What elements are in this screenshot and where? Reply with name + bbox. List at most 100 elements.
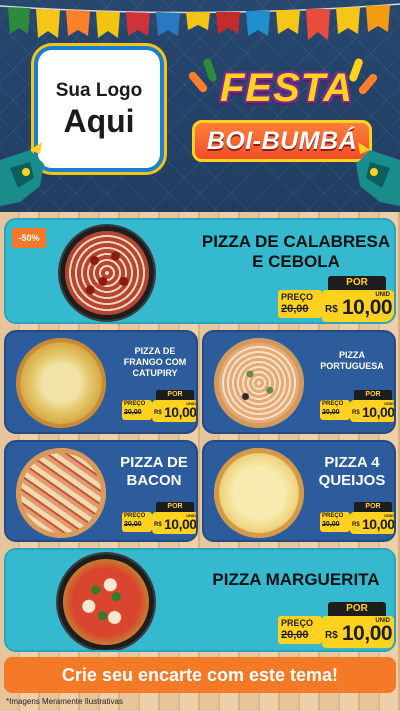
unit-label: UNID: [186, 513, 196, 518]
product-name-line: PIZZA MARGUERITA: [212, 570, 380, 589]
old-price: 20,00: [322, 521, 340, 528]
product-card-marguerita[interactable]: PIZZA MARGUERITA POR PREÇO 20,00 R$ 10,0…: [4, 548, 396, 652]
pizza-bacon-image: [16, 448, 106, 538]
price-tag: POR PREÇO 20,00 R$ 10,00 UNID: [278, 602, 394, 648]
product-name-line: BACON: [126, 472, 182, 489]
price-tag: POR PREÇO 20,00 R$ 10,00 UNID: [320, 390, 395, 422]
current-price-box: R$ 10,00 UNID: [322, 616, 394, 648]
bunting-flags-decoration: [0, 3, 400, 40]
create-flyer-cta-button[interactable]: Crie seu encarte com este tema!: [4, 657, 396, 693]
flyer-page: Sua Logo Aqui FESTA BOI-BUMBÁ -50% PIZZA…: [0, 0, 400, 711]
current-price-box: R$ 10,00 UNID: [322, 290, 394, 322]
current-price: 10,00: [362, 516, 395, 532]
product-name: PIZZA DE FRANGO COM CATUPIRY: [112, 346, 196, 379]
product-name-line: CATUPIRY: [132, 368, 178, 378]
old-price-box: PREÇO 20,00: [278, 616, 322, 644]
spark-decoration: [187, 70, 209, 94]
header-banner: Sua Logo Aqui FESTA BOI-BUMBÁ: [0, 0, 400, 212]
old-price-box: PREÇO 20,00: [122, 400, 152, 420]
por-label: POR: [328, 276, 386, 290]
preco-label: PREÇO: [281, 618, 314, 628]
old-price-box: PREÇO 20,00: [320, 512, 350, 532]
product-name-line: PIZZA DE: [120, 454, 188, 471]
product-card-4-queijos[interactable]: PIZZA 4 QUEIJOS POR PREÇO 20,00 R$ 10,00…: [202, 440, 396, 542]
current-price-box: R$ 10,00 UNID: [350, 512, 395, 534]
unit-label: UNID: [186, 401, 196, 406]
product-name: PIZZA 4 QUEIJOS: [308, 454, 394, 490]
price-tag: POR PREÇO 20,00 R$ 10,00 UNID: [122, 502, 197, 534]
preco-label: PREÇO: [322, 401, 344, 407]
product-name-line: PIZZA DE CALABRESA: [201, 232, 391, 251]
product-card-frango[interactable]: PIZZA DE FRANGO COM CATUPIRY POR PREÇO 2…: [4, 330, 198, 434]
product-name: PIZZA PORTUGUESA: [308, 350, 394, 372]
currency-symbol: R$: [325, 304, 338, 315]
unit-label: UNID: [384, 401, 394, 406]
current-price: 10,00: [342, 622, 393, 645]
disclaimer-text: *Imagens Meramente Ilustrativas: [6, 697, 123, 706]
old-price: 20,00: [124, 409, 142, 416]
product-name: PIZZA MARGUERITA: [196, 570, 394, 590]
product-name: PIZZA DE CALABRESA E CEBOLA: [196, 232, 394, 272]
por-label: POR: [354, 502, 392, 512]
current-price-box: R$ 10,00 UNID: [350, 400, 395, 422]
pizza-frango-image: [16, 338, 106, 428]
pizza-portuguesa-image: [214, 338, 304, 428]
product-name-line: PIZZA: [339, 350, 365, 360]
unit-label: UNID: [384, 513, 394, 518]
preco-label: PREÇO: [322, 513, 344, 519]
spark-decoration: [357, 72, 379, 96]
logo-text-line1: Sua Logo: [55, 80, 143, 101]
festival-title: FESTA BOI-BUMBÁ: [186, 56, 379, 172]
currency-symbol: R$: [325, 630, 338, 641]
pizza-calabresa-image: [60, 226, 154, 320]
product-card-bacon[interactable]: PIZZA DE BACON POR PREÇO 20,00 R$ 10,00 …: [4, 440, 198, 542]
current-price: 10,00: [164, 516, 197, 532]
por-label: POR: [328, 602, 386, 616]
product-name-line: QUEIJOS: [318, 472, 386, 489]
product-card-calabresa[interactable]: -50% PIZZA DE CALABRESA E CEBOLA POR PRE…: [4, 218, 396, 324]
product-name-line: PIZZA DE: [134, 346, 176, 356]
old-price: 20,00: [281, 303, 309, 315]
old-price: 20,00: [281, 629, 309, 641]
preco-label: PREÇO: [281, 292, 314, 302]
price-tag: POR PREÇO 20,00 R$ 10,00 UNID: [122, 390, 197, 422]
current-price-box: R$ 10,00 UNID: [152, 512, 197, 534]
preco-label: PREÇO: [124, 513, 146, 519]
por-label: POR: [354, 390, 392, 400]
current-price: 10,00: [164, 404, 197, 420]
logo-placeholder: Sua Logo Aqui: [34, 46, 164, 172]
currency-symbol: R$: [154, 410, 162, 416]
title-festa: FESTA: [220, 66, 354, 110]
spark-decoration: [202, 57, 218, 83]
currency-symbol: R$: [352, 410, 360, 416]
preco-label: PREÇO: [124, 401, 146, 407]
price-tag: POR PREÇO 20,00 R$ 10,00 UNID: [320, 502, 395, 534]
logo-text-line2: Aqui: [63, 103, 135, 139]
product-card-portuguesa[interactable]: PIZZA PORTUGUESA POR PREÇO 20,00 R$ 10,0…: [202, 330, 396, 434]
bull-right-decoration: [356, 142, 400, 206]
product-name-line: PIZZA 4: [324, 454, 380, 471]
old-price: 20,00: [124, 521, 142, 528]
unit-label: UNID: [375, 292, 390, 298]
old-price-box: PREÇO 20,00: [320, 400, 350, 420]
price-tag: POR PREÇO 20,00 R$ 10,00 UNID: [278, 276, 394, 322]
current-price: 10,00: [362, 404, 395, 420]
title-boi-bumba: BOI-BUMBÁ: [192, 120, 372, 162]
product-name-line: FRANGO COM: [123, 357, 187, 367]
old-price-box: PREÇO 20,00: [122, 512, 152, 532]
currency-symbol: R$: [154, 522, 162, 528]
product-name-line: E CEBOLA: [252, 252, 340, 271]
bull-left-decoration: [0, 142, 44, 206]
por-label: POR: [156, 502, 194, 512]
currency-symbol: R$: [352, 522, 360, 528]
product-name-line: PORTUGUESA: [320, 361, 384, 371]
pizza-marguerita-image: [58, 554, 154, 650]
current-price-box: R$ 10,00 UNID: [152, 400, 197, 422]
pizza-4-queijos-image: [214, 448, 304, 538]
unit-label: UNID: [375, 618, 390, 624]
current-price: 10,00: [342, 296, 393, 319]
product-name: PIZZA DE BACON: [110, 454, 196, 490]
por-label: POR: [156, 390, 194, 400]
old-price: 20,00: [322, 409, 340, 416]
old-price-box: PREÇO 20,00: [278, 290, 322, 318]
